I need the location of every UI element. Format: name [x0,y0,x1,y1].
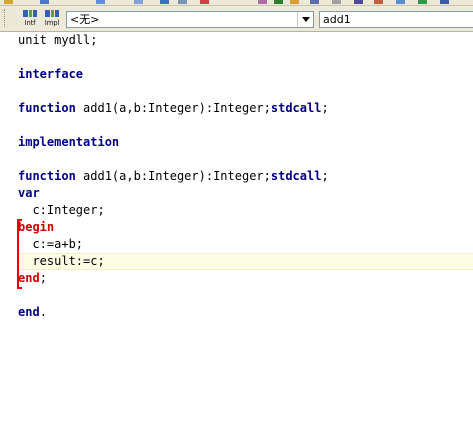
interface-button-label: Intf [24,19,36,27]
code-line[interactable]: end. [18,304,329,321]
keyword-function: function [18,101,76,115]
toolbar-icon[interactable] [440,0,449,4]
code-line[interactable]: function add1(a,b:Integer):Integer;stdca… [18,100,329,117]
toolbar-icon[interactable] [134,0,143,4]
toolbar-icon[interactable] [310,0,319,4]
interface-section-button[interactable]: Intf [20,8,40,29]
code-line[interactable] [18,83,329,100]
code-line[interactable] [18,151,329,168]
code-line[interactable]: c:=a+b; [18,236,329,253]
code-line[interactable]: function add1(a,b:Integer):Integer;stdca… [18,168,329,185]
code-line[interactable]: var [18,185,329,202]
code-line[interactable]: interface [18,66,329,83]
toolbar-icon[interactable] [274,0,283,4]
code-line[interactable] [18,49,329,66]
toolbar-icon[interactable] [374,0,383,4]
class-selector-value: <无> [70,13,100,26]
implementation-button-label: Impl [44,19,60,27]
code-line-current[interactable]: result:=c; [18,253,329,270]
keyword-end: end [18,271,40,285]
implementation-section-button[interactable]: Impl [42,8,62,29]
method-selector-value: add1 [323,13,351,26]
toolbar-icon[interactable] [396,0,405,4]
code-lines: unit mydll; interface function add1(a,b:… [18,32,329,321]
keyword-stdcall: stdcall [270,169,322,183]
class-selector-combo[interactable]: <无> [66,11,314,28]
method-selector-combo[interactable]: add1 [319,11,473,28]
implementation-icon [45,10,59,17]
toolbar-icon[interactable] [178,0,187,4]
interface-icon [23,10,37,17]
toolbar-icon[interactable] [4,0,13,4]
code-line[interactable]: implementation [18,134,329,151]
code-line[interactable] [18,117,329,134]
toolbar-icon[interactable] [418,0,427,4]
keyword-begin: begin [18,220,55,234]
toolbar-icon[interactable] [160,0,169,4]
code-navigation-bar: Intf Impl <无> add1 [0,6,473,32]
toolbar-grip[interactable] [4,9,8,27]
toolbar-icon[interactable] [354,0,363,4]
chevron-down-icon[interactable] [297,12,313,27]
toolbar-icon[interactable] [200,0,209,4]
keyword-end: end [18,305,40,319]
code-line[interactable]: begin [18,219,329,236]
code-editor[interactable]: unit mydll; interface function add1(a,b:… [0,32,473,445]
toolbar-icon[interactable] [40,0,49,4]
toolbar-icon[interactable] [290,0,299,4]
toolbar-icon[interactable] [96,0,105,4]
code-line[interactable]: unit mydll; [18,32,329,49]
keyword-implementation: implementation [18,135,120,149]
code-line[interactable]: end; [18,270,329,287]
keyword-function: function [18,169,76,183]
code-line[interactable] [18,287,329,304]
toolbar-icon[interactable] [332,0,341,4]
keyword-var: var [18,186,40,200]
code-line[interactable]: c:Integer; [18,202,329,219]
keyword-interface: interface [18,67,84,81]
keyword-stdcall: stdcall [270,101,322,115]
toolbar-icon[interactable] [258,0,267,4]
